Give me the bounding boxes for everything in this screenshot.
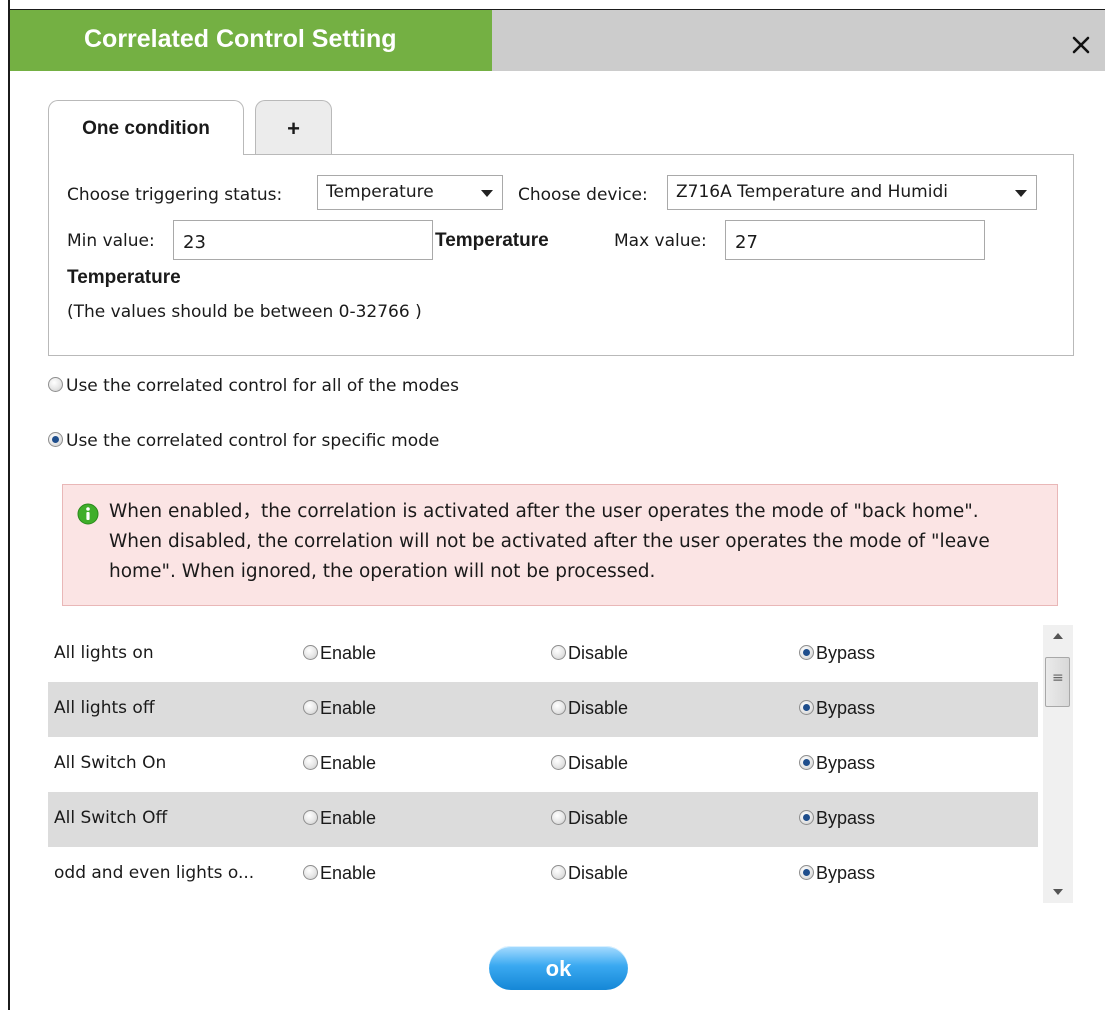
dialog-title: Correlated Control Setting <box>84 25 397 53</box>
mode-bypass-option[interactable]: Bypass <box>799 808 875 829</box>
mode-enable-option[interactable]: Enable <box>303 863 376 884</box>
mode-row: All lights off Enable Disable Bypass <box>48 682 1038 737</box>
min-value-input[interactable]: 23 <box>173 220 433 260</box>
enable-label: Enable <box>320 643 377 663</box>
bypass-label: Bypass <box>816 808 876 828</box>
mode-list: All lights on Enable Disable Bypass All … <box>48 627 1038 905</box>
enable-label: Enable <box>320 698 377 718</box>
mode-row: odd and even lights o... Enable Disable … <box>48 847 1038 902</box>
min-value-label: Min value: <box>67 231 155 251</box>
mode-disable-option[interactable]: Disable <box>551 643 628 664</box>
disable-label: Disable <box>568 698 629 718</box>
max-value-label: Max value: <box>614 231 707 251</box>
trigger-status-value: Temperature <box>326 182 434 202</box>
bypass-radio[interactable] <box>799 700 814 716</box>
ok-button[interactable]: ok <box>489 946 628 990</box>
enable-radio[interactable] <box>303 810 318 826</box>
notice-text: When enabled，the correlation is activate… <box>109 501 990 582</box>
mode-name: odd and even lights o... <box>54 863 255 883</box>
scope-specific-mode-option[interactable]: Use the correlated control for specific … <box>48 431 439 451</box>
mode-name: All Switch On <box>54 753 167 773</box>
enable-label: Enable <box>320 863 377 883</box>
enable-radio[interactable] <box>303 645 318 661</box>
scroll-down-icon[interactable] <box>1043 879 1073 903</box>
range-note: (The values should be between 0-32766 ) <box>67 302 422 322</box>
bypass-radio[interactable] <box>799 810 814 826</box>
mode-enable-option[interactable]: Enable <box>303 698 376 719</box>
device-select[interactable]: Z716A Temperature and Humidi <box>667 175 1037 210</box>
mode-disable-option[interactable]: Disable <box>551 808 628 829</box>
mode-enable-option[interactable]: Enable <box>303 753 376 774</box>
bypass-radio[interactable] <box>799 865 814 881</box>
enable-label: Enable <box>320 753 377 773</box>
mode-list-scrollbar[interactable] <box>1043 625 1073 903</box>
disable-label: Disable <box>568 753 629 773</box>
bypass-radio[interactable] <box>799 645 814 661</box>
disable-label: Disable <box>568 643 629 663</box>
scope-all-modes-label: Use the correlated control for all of th… <box>66 376 459 396</box>
disable-radio[interactable] <box>551 700 566 716</box>
mode-bypass-option[interactable]: Bypass <box>799 698 875 719</box>
condition-panel: Choose triggering status: Temperature Ch… <box>48 154 1074 356</box>
device-label: Choose device: <box>518 185 648 205</box>
mode-row: All lights on Enable Disable Bypass <box>48 627 1038 682</box>
bypass-radio[interactable] <box>799 755 814 771</box>
mode-name: All lights on <box>54 643 154 663</box>
tab-add-condition[interactable]: + <box>255 100 332 154</box>
scope-all-modes-radio[interactable] <box>48 377 63 392</box>
bypass-label: Bypass <box>816 643 876 663</box>
mode-disable-option[interactable]: Disable <box>551 698 628 719</box>
scope-specific-mode-label: Use the correlated control for specific … <box>66 431 440 451</box>
mode-enable-option[interactable]: Enable <box>303 808 376 829</box>
disable-label: Disable <box>568 863 629 883</box>
close-icon[interactable] <box>1068 32 1094 58</box>
bypass-label: Bypass <box>816 863 876 883</box>
mode-row: All Switch Off Enable Disable Bypass <box>48 792 1038 847</box>
info-icon <box>77 503 99 525</box>
mode-name: All Switch Off <box>54 808 168 828</box>
info-notice: When enabled，the correlation is activate… <box>62 484 1058 606</box>
trigger-status-select[interactable]: Temperature <box>317 175 503 210</box>
mode-bypass-option[interactable]: Bypass <box>799 753 875 774</box>
scroll-thumb[interactable] <box>1045 657 1070 707</box>
max-value-unit: Temperature <box>67 267 181 288</box>
disable-radio[interactable] <box>551 810 566 826</box>
mode-disable-option[interactable]: Disable <box>551 753 628 774</box>
bypass-label: Bypass <box>816 698 876 718</box>
min-value-unit: Temperature <box>435 230 549 251</box>
disable-radio[interactable] <box>551 865 566 881</box>
disable-radio[interactable] <box>551 645 566 661</box>
tab-one-condition[interactable]: One condition <box>48 100 244 155</box>
bypass-label: Bypass <box>816 753 876 773</box>
mode-row: All Switch On Enable Disable Bypass <box>48 737 1038 792</box>
mode-disable-option[interactable]: Disable <box>551 863 628 884</box>
mode-bypass-option[interactable]: Bypass <box>799 643 875 664</box>
enable-radio[interactable] <box>303 755 318 771</box>
enable-label: Enable <box>320 808 377 828</box>
chevron-down-icon <box>481 190 493 197</box>
dialog-titlebar: Correlated Control Setting <box>10 10 1105 71</box>
mode-enable-option[interactable]: Enable <box>303 643 376 664</box>
chevron-down-icon <box>1015 190 1027 197</box>
trigger-status-label: Choose triggering status: <box>67 185 283 205</box>
window-left-border <box>8 0 10 1010</box>
enable-radio[interactable] <box>303 700 318 716</box>
mode-name: All lights off <box>54 698 155 718</box>
scroll-up-icon[interactable] <box>1043 625 1073 649</box>
scope-specific-mode-radio[interactable] <box>48 432 63 447</box>
disable-radio[interactable] <box>551 755 566 771</box>
device-value: Z716A Temperature and Humidi <box>676 182 948 202</box>
max-value-input[interactable]: 27 <box>725 220 985 260</box>
enable-radio[interactable] <box>303 865 318 881</box>
mode-bypass-option[interactable]: Bypass <box>799 863 875 884</box>
scope-all-modes-option[interactable]: Use the correlated control for all of th… <box>48 376 459 396</box>
disable-label: Disable <box>568 808 629 828</box>
